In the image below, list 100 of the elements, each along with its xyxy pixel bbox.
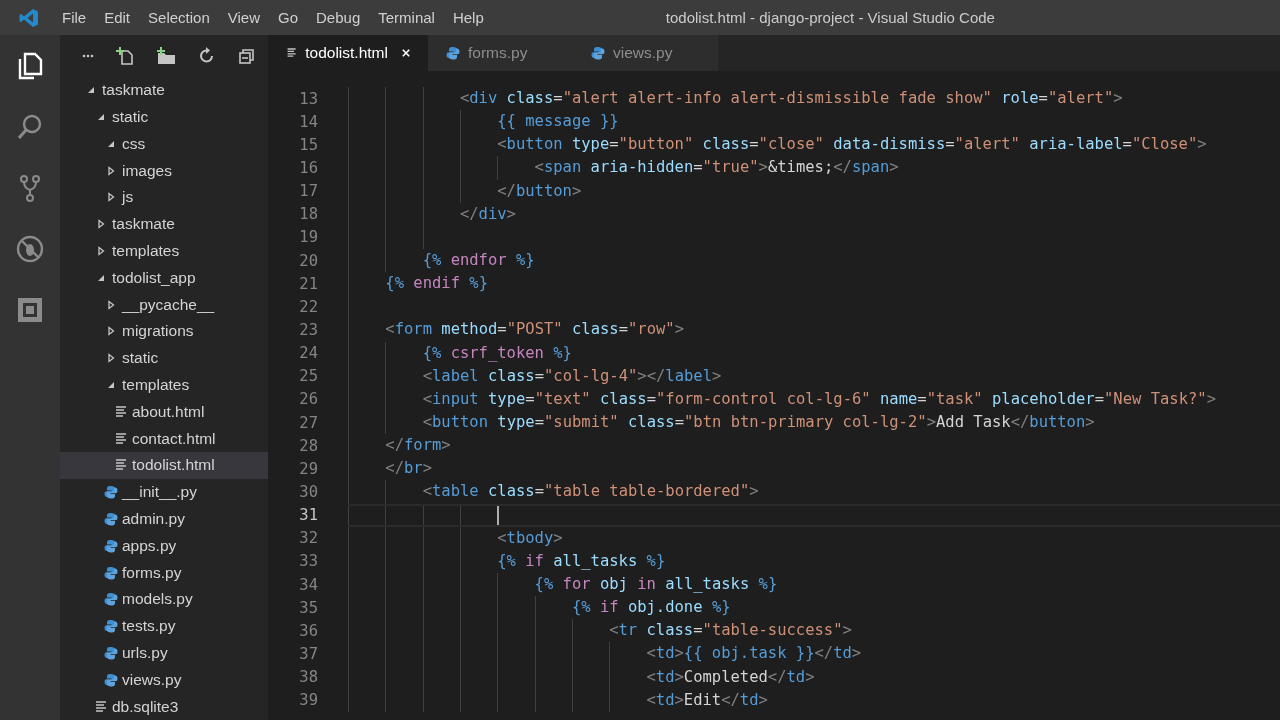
tree-item[interactable]: todolist_app — [60, 264, 268, 292]
menu-item[interactable]: Help — [443, 0, 493, 35]
code-line: {{ message }} — [497, 111, 619, 133]
code-line: <input type="text" class="form-control col-lg-6" name="task" placeholder="New Task?"> — [422, 388, 1216, 410]
code-line: <form method="POST" class="row"> — [385, 319, 684, 341]
python-file-icon — [104, 565, 118, 580]
line-number: 36 — [298, 621, 318, 640]
python-file-icon — [104, 672, 118, 687]
window-title: todolist.html - django-project - Visual Studio Code — [664, 9, 996, 26]
code-line: </form> — [385, 435, 451, 457]
menu-item[interactable]: Go — [269, 0, 307, 35]
line-number: 20 — [298, 251, 318, 270]
tree-item[interactable]: db.sqlite3 — [60, 693, 268, 720]
code-line: <button type="button" class="close" data-dismiss="alert" aria-label="Close"> — [497, 134, 1207, 156]
tree-item[interactable]: images — [60, 157, 268, 185]
tree-item[interactable]: urls.py — [60, 639, 268, 667]
app-logo-icon — [19, 7, 39, 28]
menu-item[interactable]: Selection — [139, 0, 219, 35]
python-file-icon — [446, 46, 460, 60]
tree-item[interactable]: contact.html — [60, 425, 268, 453]
tree-item[interactable]: templates — [60, 371, 268, 399]
new-file-icon[interactable] — [116, 46, 134, 65]
code-line: {% if all_tasks %} — [497, 550, 666, 572]
code-line: <tbody> — [497, 527, 563, 549]
tree-item[interactable]: admin.py — [60, 505, 268, 533]
tree-item[interactable]: static — [60, 344, 268, 372]
line-number: 26 — [298, 390, 318, 409]
python-file-icon — [104, 619, 118, 634]
python-file-icon — [591, 46, 605, 60]
tree-item[interactable]: views.py — [60, 666, 268, 694]
code-line: {% for obj in all_tasks %} — [534, 573, 778, 595]
tree-item[interactable]: taskmate — [60, 210, 268, 238]
extensions-icon[interactable] — [16, 295, 44, 324]
python-file-icon — [104, 592, 118, 607]
document-icon — [286, 46, 298, 60]
code-line: </br> — [385, 458, 432, 480]
line-number: 17 — [298, 182, 318, 201]
line-number: 39 — [298, 691, 318, 710]
code-line: {% csrf_token %} — [422, 342, 572, 364]
tab[interactable]: todolist.html — [268, 35, 428, 71]
menu-item[interactable]: File — [53, 0, 96, 35]
document-icon — [114, 458, 128, 473]
more-icon[interactable] — [82, 53, 94, 58]
tree-item[interactable]: __init__.py — [60, 478, 268, 506]
tree-item[interactable]: templates — [60, 237, 268, 265]
line-number: 30 — [298, 482, 318, 501]
menu-item[interactable]: Edit — [95, 0, 140, 35]
tree-item[interactable]: about.html — [60, 398, 268, 426]
menu-item[interactable]: Debug — [307, 0, 370, 35]
line-number: 38 — [298, 668, 318, 687]
menu-item[interactable]: Terminal — [369, 0, 444, 35]
python-file-icon — [104, 538, 118, 553]
python-file-icon — [104, 512, 118, 526]
tree-item[interactable]: tests.py — [60, 612, 268, 640]
tree-item[interactable]: css — [60, 130, 268, 158]
tree-item[interactable]: apps.py — [60, 532, 268, 560]
code-line: <div class="alert alert-info alert-dismissible fade show" role="alert"> — [459, 88, 1123, 109]
tree-item[interactable]: todolist.html — [60, 452, 268, 479]
code-line: </button> — [497, 180, 582, 202]
tab[interactable]: views.py — [573, 35, 718, 71]
debug-icon[interactable] — [16, 234, 44, 263]
tree-item[interactable]: taskmate — [60, 76, 268, 104]
line-number: 22 — [298, 297, 318, 316]
tree-item[interactable]: __pycache__ — [60, 291, 268, 319]
line-number: 28 — [298, 436, 318, 455]
code-line: <td>Completed</td> — [646, 666, 815, 688]
python-file-icon — [104, 646, 118, 660]
close-icon[interactable] — [401, 48, 410, 58]
tree-item[interactable]: models.py — [60, 586, 268, 613]
search-icon[interactable] — [16, 112, 44, 141]
code-line: <td>Edit</td> — [646, 689, 768, 711]
tree-item[interactable]: forms.py — [60, 559, 268, 586]
line-number: 15 — [298, 135, 318, 154]
files-icon[interactable] — [16, 51, 44, 80]
line-number: 14 — [298, 112, 318, 131]
line-number: 21 — [298, 274, 318, 293]
tab[interactable]: forms.py — [428, 35, 573, 71]
code-line: {% endif %} — [385, 273, 488, 295]
line-number: 23 — [298, 320, 318, 339]
refresh-icon[interactable] — [198, 46, 216, 65]
code-line: <label class="col-lg-4"></label> — [422, 365, 722, 387]
line-number: 27 — [298, 413, 318, 432]
new-folder-icon[interactable] — [156, 46, 176, 65]
line-number: 32 — [298, 529, 318, 548]
tree-item[interactable]: js — [60, 184, 268, 211]
line-number: 37 — [298, 644, 318, 663]
code-line: <span aria-hidden="true">&times;</span> — [534, 157, 899, 179]
code-line: {% endfor %} — [422, 250, 535, 271]
line-number: 31 — [298, 506, 318, 525]
line-number: 16 — [298, 159, 318, 177]
menu-item[interactable]: View — [218, 0, 269, 35]
document-icon — [94, 699, 108, 714]
collapse-all-icon[interactable] — [238, 46, 256, 65]
line-number: 34 — [298, 575, 318, 594]
tree-item[interactable]: migrations — [60, 318, 268, 345]
line-number: 35 — [298, 598, 318, 617]
tree-item[interactable]: static — [60, 103, 268, 131]
code-line: <tr class="table-success"> — [609, 620, 852, 642]
code-line: <table class="table table-bordered"> — [422, 481, 759, 503]
line-number: 29 — [298, 459, 318, 478]
